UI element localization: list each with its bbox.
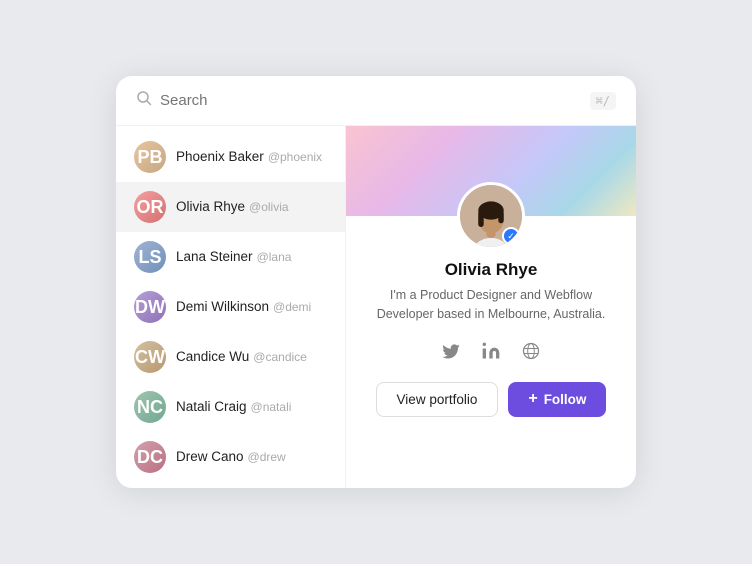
user-avatar: LS (134, 241, 166, 273)
user-list-item[interactable]: CW Candice Wu@candice (116, 332, 345, 382)
search-bar: ⌘/ (116, 76, 636, 126)
plus-icon: + (528, 391, 537, 407)
profile-bio: I'm a Product Designer and WebflowDevelo… (376, 286, 607, 324)
twitter-icon[interactable] (438, 338, 464, 364)
search-input[interactable] (160, 92, 582, 109)
user-avatar: NC (134, 391, 166, 423)
search-shortcut: ⌘/ (590, 92, 616, 110)
user-list: PB Phoenix Baker@phoenix OR Olivia Rhye@oli… (116, 126, 346, 488)
dribbble-icon[interactable] (518, 338, 544, 364)
user-name: Drew Cano@drew (176, 448, 286, 466)
user-name: Candice Wu@candice (176, 348, 307, 366)
verified-badge: ✓ (502, 227, 520, 245)
linkedin-icon[interactable] (478, 338, 504, 364)
user-avatar: DW (134, 291, 166, 323)
user-list-item[interactable]: DC Drew Cano@drew (116, 432, 345, 482)
user-avatar: PB (134, 141, 166, 173)
main-content: PB Phoenix Baker@phoenix OR Olivia Rhye@oli… (116, 126, 636, 488)
view-portfolio-button[interactable]: View portfolio (376, 382, 499, 417)
user-list-item[interactable]: OR Olivia Rhye@olivia (116, 182, 345, 232)
user-name: Natali Craig@natali (176, 398, 291, 416)
user-list-item[interactable]: DW Demi Wilkinson@demi (116, 282, 345, 332)
follow-label: Follow (544, 392, 587, 407)
user-name: Olivia Rhye@olivia (176, 198, 289, 216)
user-name: Phoenix Baker@phoenix (176, 148, 322, 166)
search-icon (136, 90, 152, 111)
main-card: ⌘/ PB Phoenix Baker@phoenix OR Olivia Rhye@… (116, 76, 636, 488)
profile-info: Olivia Rhye I'm a Product Designer and W… (356, 260, 627, 437)
user-list-item[interactable]: PB Phoenix Baker@phoenix (116, 132, 345, 182)
profile-banner: ✓ (346, 126, 636, 216)
user-list-item[interactable]: LS Lana Steiner@lana (116, 232, 345, 282)
social-icons (376, 338, 607, 364)
profile-panel: ✓ Olivia Rhye I'm a Product Designer and… (346, 126, 636, 488)
profile-avatar-wrapper: ✓ (457, 182, 525, 250)
user-avatar: DC (134, 441, 166, 473)
action-buttons: View portfolio + Follow (376, 382, 607, 417)
profile-avatar: ✓ (457, 182, 525, 250)
user-avatar: CW (134, 341, 166, 373)
user-name: Lana Steiner@lana (176, 248, 291, 266)
user-name: Demi Wilkinson@demi (176, 298, 311, 316)
user-list-item[interactable]: NC Natali Craig@natali (116, 382, 345, 432)
follow-button[interactable]: + Follow (508, 382, 606, 417)
user-avatar: OR (134, 191, 166, 223)
profile-name: Olivia Rhye (376, 260, 607, 280)
